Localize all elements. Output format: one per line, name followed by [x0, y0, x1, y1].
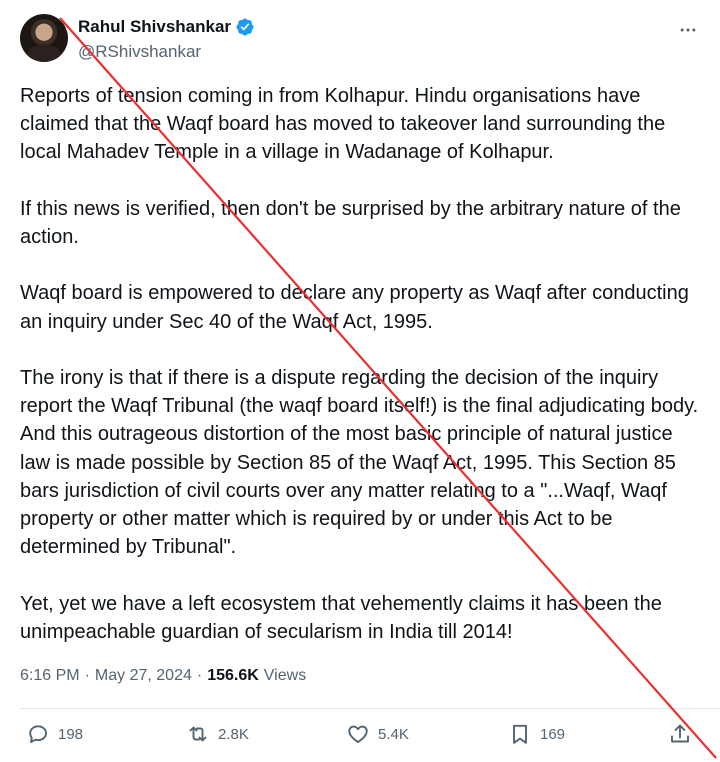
tweet-date[interactable]: May 27, 2024 [95, 667, 192, 685]
avatar[interactable] [20, 14, 68, 62]
views-count[interactable]: 156.6K [207, 667, 259, 685]
views-label[interactable]: Views [264, 667, 306, 685]
tweet-text: Reports of tension coming in from Kolhap… [20, 85, 699, 643]
more-horizontal-icon[interactable] [678, 20, 698, 40]
share-button[interactable] [668, 722, 692, 746]
bookmark-count: 169 [540, 725, 566, 743]
tweet-time[interactable]: 6:16 PM [20, 667, 80, 685]
bookmark-icon [513, 724, 527, 744]
share-icon [671, 724, 689, 743]
author-handle[interactable]: @RShivshankar [78, 42, 201, 62]
bookmark-button[interactable]: 169 [508, 722, 565, 746]
like-button[interactable]: 5.4K [346, 722, 409, 746]
reply-button[interactable]: 198 [26, 722, 83, 746]
repost-count: 2.8K [218, 725, 249, 743]
tweet-header: Rahul Shivshankar @RShivshankar [20, 14, 700, 66]
meta-separator: · [196, 667, 203, 684]
action-bar: 198 2.8K 5.4K 169 [20, 722, 700, 758]
like-count: 5.4K [378, 725, 409, 743]
reply-count: 198 [58, 725, 84, 743]
repost-icon [189, 726, 207, 742]
tweet-meta: 6:16 PM · May 27, 2024 · 156.6K Views [20, 667, 306, 685]
repost-button[interactable]: 2.8K [186, 722, 249, 746]
reply-icon [29, 725, 47, 743]
author-name[interactable]: Rahul Shivshankar [78, 17, 231, 37]
heart-icon [348, 725, 368, 743]
verified-badge-icon [236, 18, 254, 36]
divider [20, 708, 720, 709]
author-name-row[interactable]: Rahul Shivshankar [78, 17, 255, 37]
meta-separator: · [84, 667, 90, 684]
